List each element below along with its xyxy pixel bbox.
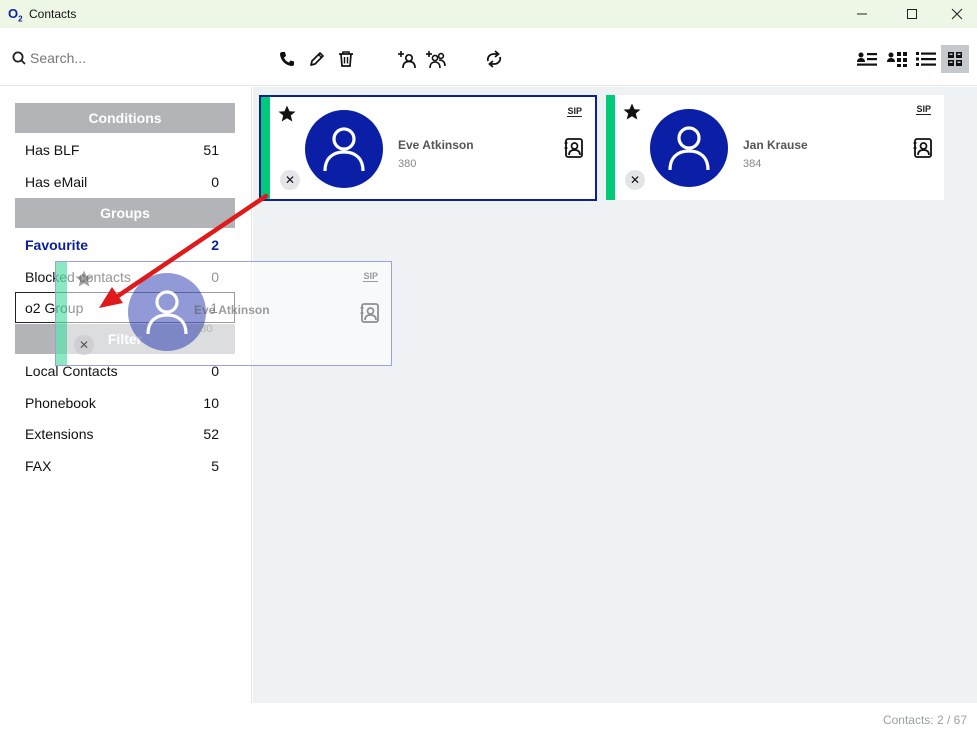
sidebar-item-count: 0 <box>211 174 219 190</box>
sidebar-item-label: Favourite <box>25 237 89 253</box>
sidebar: Conditions Has BLF 51 Has eMail 0 Groups… <box>0 87 252 703</box>
presence-indicator <box>261 97 270 199</box>
list-view-icon <box>916 52 936 66</box>
remove-contact-button[interactable]: ✕ <box>625 170 645 190</box>
contact-card-icon[interactable] <box>913 137 933 164</box>
remove-contact-button[interactable]: ✕ <box>280 170 300 190</box>
add-group-icon <box>426 51 446 69</box>
maximize-icon <box>907 9 917 19</box>
sip-badge: SIP <box>916 104 931 115</box>
sidebar-item-label: FAX <box>25 458 52 474</box>
add-contact-button[interactable] <box>394 47 418 71</box>
add-contact-icon <box>398 51 416 69</box>
close-icon: ✕ <box>78 338 90 352</box>
delete-button[interactable] <box>334 47 358 71</box>
groups-header: Groups <box>15 198 235 228</box>
contact-card-icon[interactable] <box>564 137 584 164</box>
remove-contact-button: ✕ <box>74 335 94 355</box>
contact-name: Eve Atkinson <box>194 303 270 317</box>
close-button[interactable] <box>934 0 977 28</box>
presence-indicator <box>606 95 615 200</box>
user-icon <box>146 290 188 335</box>
detail-list-view-icon <box>857 52 877 66</box>
list-view-button[interactable] <box>912 45 940 73</box>
avatar <box>305 110 383 188</box>
contact-name: Eve Atkinson <box>398 138 474 152</box>
edit-icon <box>310 52 324 66</box>
title-bar: O2 Contacts <box>0 0 977 28</box>
sidebar-item-count: 10 <box>203 395 219 411</box>
sidebar-item-label: Has eMail <box>25 174 88 190</box>
avatar <box>650 109 728 187</box>
add-group-button[interactable] <box>423 47 447 71</box>
sidebar-item-extensions[interactable]: Extensions 52 <box>15 418 235 449</box>
contact-card[interactable]: ✕ Jan Krause 384 SIP <box>606 95 944 200</box>
sidebar-item-count: 2 <box>211 237 219 253</box>
sidebar-item-label: Has BLF <box>25 142 80 158</box>
presence-indicator <box>56 262 67 365</box>
contacts-count-status: Contacts: 2 / 67 <box>882 713 967 727</box>
contact-card[interactable]: ✕ Eve Atkinson 380 SIP <box>259 95 597 201</box>
favourite-star-icon[interactable] <box>622 102 642 127</box>
close-icon: ✕ <box>629 173 641 187</box>
sidebar-item-count: 5 <box>211 458 219 474</box>
contact-name: Jan Krause <box>743 138 808 152</box>
close-icon <box>951 8 963 20</box>
compact-grid-view-icon <box>887 52 907 67</box>
user-icon <box>668 126 710 171</box>
contact-card-icon <box>360 302 380 329</box>
sidebar-item-count: 51 <box>203 142 219 158</box>
contact-number: 384 <box>743 158 762 170</box>
sidebar-item-phonebook[interactable]: Phonebook 10 <box>15 387 235 418</box>
delete-icon <box>339 51 353 67</box>
sip-badge: SIP <box>363 271 378 282</box>
contacts-area: ✕ Eve Atkinson 380 SIP ✕ Jan Krause 384 … <box>253 87 977 703</box>
search-icon <box>12 51 26 70</box>
sip-badge: SIP <box>567 106 582 117</box>
sidebar-item-label: Phonebook <box>25 395 96 411</box>
tile-view-icon <box>948 52 962 66</box>
sidebar-item-has-blf[interactable]: Has BLF 51 <box>15 134 235 165</box>
window-title: Contacts <box>29 7 77 21</box>
sync-icon <box>486 50 502 68</box>
call-button[interactable] <box>275 47 299 71</box>
sidebar-item-fax[interactable]: FAX 5 <box>15 450 235 481</box>
compact-grid-view-button[interactable] <box>883 45 911 73</box>
minimize-icon <box>857 13 867 15</box>
detail-list-view-button[interactable] <box>853 45 881 73</box>
favourite-star-icon <box>74 269 94 294</box>
minimize-button[interactable] <box>839 0 885 28</box>
phone-icon <box>280 52 294 66</box>
sidebar-item-favourite[interactable]: Favourite 2 <box>15 229 235 260</box>
user-icon <box>323 127 365 172</box>
toolbar <box>0 28 977 86</box>
contact-number: 380 <box>194 323 213 335</box>
maximize-button[interactable] <box>889 0 935 28</box>
drag-preview-contact-card: ✕ Eve Atkinson 380 SIP <box>55 261 392 366</box>
contact-number: 380 <box>398 158 417 170</box>
edit-button[interactable] <box>305 47 329 71</box>
search-input[interactable] <box>30 46 230 70</box>
conditions-header: Conditions <box>15 103 235 133</box>
sidebar-item-has-email[interactable]: Has eMail 0 <box>15 166 235 197</box>
close-icon: ✕ <box>284 173 296 187</box>
tile-view-button[interactable] <box>941 45 969 73</box>
sidebar-item-label: Extensions <box>25 426 94 442</box>
app-logo-icon: O2 <box>8 6 23 24</box>
sidebar-item-count: 52 <box>203 426 219 442</box>
favourite-star-icon[interactable] <box>277 104 297 129</box>
sync-button[interactable] <box>482 47 506 71</box>
